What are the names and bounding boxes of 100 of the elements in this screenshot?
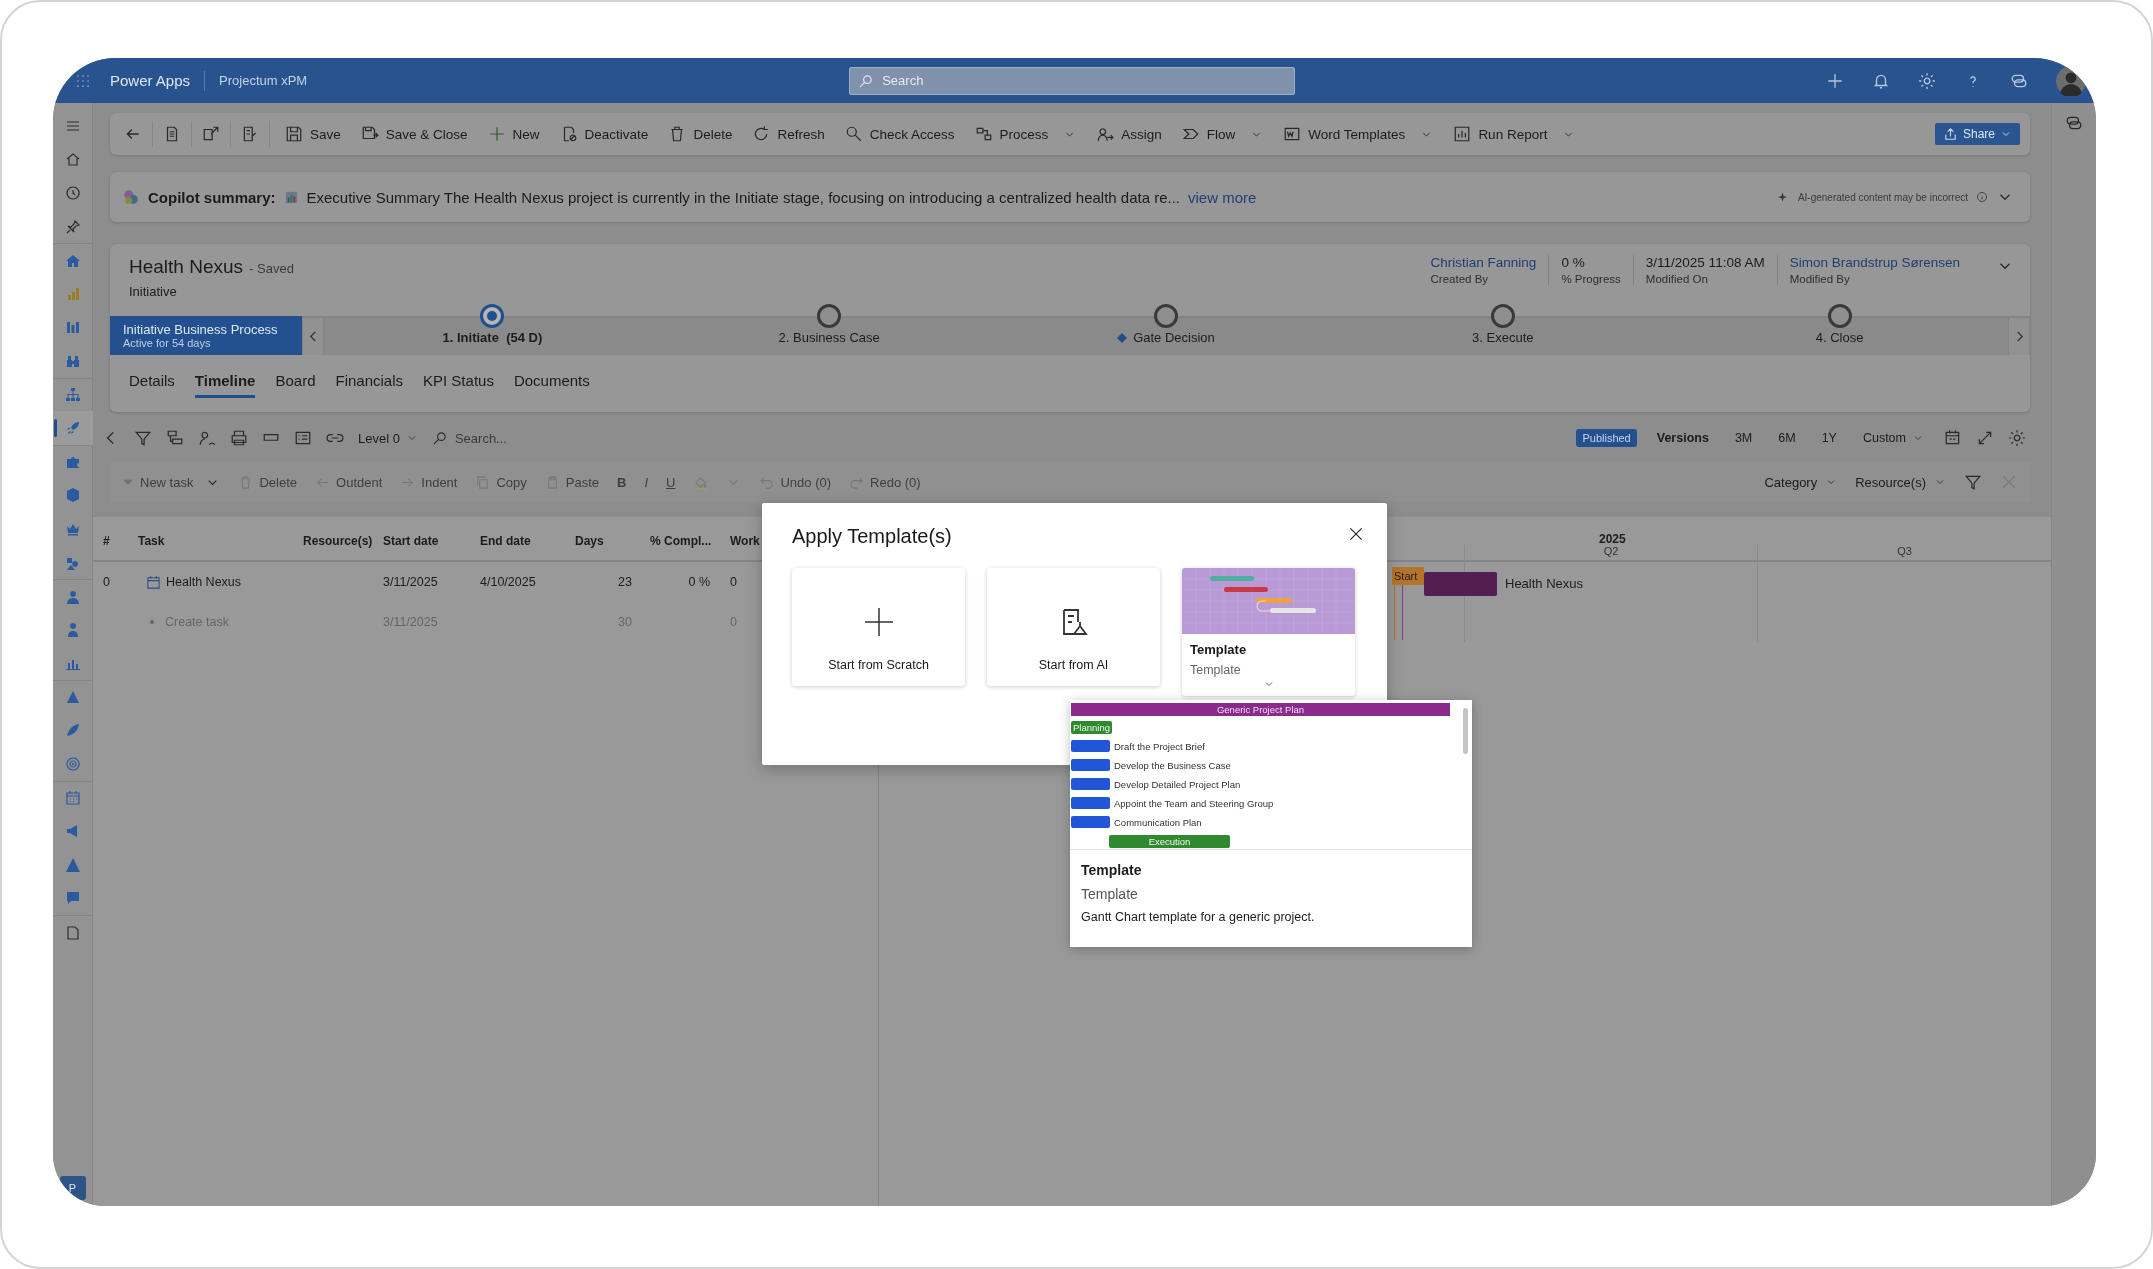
command-button[interactable]: Assign xyxy=(1091,118,1167,150)
previous-stage-button[interactable] xyxy=(302,318,324,355)
filter-icon[interactable] xyxy=(1964,473,1982,491)
template-option-card[interactable]: Start from Scratch xyxy=(792,568,965,686)
command-button[interactable]: Check Access xyxy=(839,118,960,150)
command-button[interactable]: Save xyxy=(280,118,346,150)
rocket-icon[interactable] xyxy=(64,420,81,437)
start-marker: Start xyxy=(1392,567,1424,585)
stage-label[interactable]: 2. Business Case xyxy=(778,330,880,345)
stage-label[interactable]: 3. Execute xyxy=(1472,330,1534,345)
stage-circle[interactable] xyxy=(1154,304,1178,328)
process-flag[interactable]: Initiative Business Process Active for 54 days xyxy=(110,316,302,355)
range-button[interactable]: 3M xyxy=(1734,431,1753,445)
task-search-field[interactable]: Search... xyxy=(452,429,593,447)
bar-chart-icon[interactable] xyxy=(64,319,81,336)
warning-icon[interactable] xyxy=(64,856,81,873)
calendar-settings-icon[interactable] xyxy=(1944,429,1962,447)
sidebar-item[interactable] xyxy=(53,411,93,445)
stage-circle[interactable] xyxy=(1827,304,1852,328)
published-badge: Published xyxy=(1576,429,1637,447)
stage-circle[interactable] xyxy=(480,304,505,328)
tab[interactable]: Board xyxy=(275,372,316,398)
popout-icon[interactable] xyxy=(202,125,220,143)
pin-icon[interactable] xyxy=(64,218,81,235)
tab[interactable]: Documents xyxy=(513,372,590,398)
person-gauge-icon[interactable] xyxy=(198,429,216,447)
stage-circle[interactable] xyxy=(817,304,842,328)
org-chart-icon[interactable] xyxy=(64,387,81,404)
year-label: 2025 xyxy=(1599,532,1626,546)
column-header[interactable]: Task xyxy=(130,534,297,548)
tab[interactable]: Timeline xyxy=(194,372,256,398)
leaf-icon[interactable] xyxy=(64,722,81,739)
command-button[interactable]: Run Report xyxy=(1448,118,1581,150)
versions-button[interactable]: Versions xyxy=(1656,431,1709,445)
stage-label[interactable]: 4. Close xyxy=(1815,330,1864,345)
range-button[interactable]: 1Y xyxy=(1821,431,1837,445)
command-button[interactable]: Save & Close xyxy=(355,118,473,150)
chat-icon[interactable] xyxy=(64,890,81,907)
column-header[interactable]: Start date xyxy=(373,534,470,548)
area-badge[interactable]: P xyxy=(59,1176,86,1200)
expand-icon[interactable] xyxy=(1976,429,1994,447)
filter-icon[interactable] xyxy=(134,429,152,447)
person-arrow-icon xyxy=(1096,125,1115,143)
document-icon[interactable] xyxy=(64,924,81,941)
command-button[interactable]: Process xyxy=(969,118,1082,150)
column-header[interactable]: End date xyxy=(470,534,567,548)
table-cell[interactable]: Health Nexus xyxy=(130,574,297,590)
share-button[interactable]: Share xyxy=(1934,123,2020,145)
tab[interactable]: Financials xyxy=(335,372,403,398)
column-header[interactable]: Resource(s) xyxy=(297,534,373,548)
command-button[interactable]: Word Templates xyxy=(1278,118,1439,150)
form-icon[interactable] xyxy=(294,429,312,447)
settings-icon[interactable] xyxy=(2008,429,2026,447)
triangle-icon[interactable] xyxy=(64,689,81,706)
command-button[interactable]: New xyxy=(482,118,545,150)
app-name[interactable]: Power Apps xyxy=(110,72,191,89)
info-icon[interactable] xyxy=(1976,191,1988,203)
view-more-link[interactable]: view more xyxy=(1188,188,1257,206)
command-button[interactable]: Flow xyxy=(1176,118,1269,150)
plus-icon[interactable] xyxy=(1826,71,1844,90)
field-value: 0 % xyxy=(1561,255,1586,270)
next-stage-button[interactable] xyxy=(2008,318,2030,355)
command-button[interactable]: Refresh xyxy=(747,118,830,150)
tab[interactable]: Details xyxy=(129,372,175,398)
calendar-icon[interactable] xyxy=(64,790,81,807)
copilot-icon[interactable] xyxy=(2065,114,2083,132)
home-icon[interactable] xyxy=(64,151,81,168)
filter-dropdown[interactable]: Resource(s) xyxy=(1855,474,1946,490)
environment-name[interactable]: Projectum xPM xyxy=(219,73,308,88)
column-header[interactable]: % Compl... xyxy=(642,534,720,548)
stage-label[interactable]: 1. Initiate (54 D) xyxy=(442,330,543,345)
template-card[interactable]: Template Template xyxy=(1182,568,1355,696)
column-header[interactable]: Days xyxy=(567,534,642,548)
puzzle-icon[interactable] xyxy=(64,454,81,471)
filter-dropdown[interactable]: Category xyxy=(1764,474,1838,490)
tab[interactable]: KPI Status xyxy=(423,372,494,398)
edit-document-icon[interactable] xyxy=(241,125,259,143)
stage-circle[interactable] xyxy=(1490,304,1515,328)
field-link[interactable]: Christian Fanning xyxy=(1430,255,1537,270)
fill-color-icon[interactable] xyxy=(693,474,709,490)
home-icon[interactable] xyxy=(64,252,81,269)
clock-icon[interactable] xyxy=(64,185,81,201)
avatar[interactable] xyxy=(2056,65,2086,96)
custom-range-dropdown[interactable]: Custom xyxy=(1862,431,1924,445)
hierarchy-icon[interactable] xyxy=(166,429,184,447)
scrollbar[interactable] xyxy=(1463,708,1468,754)
level-dropdown[interactable]: Level 0 xyxy=(358,430,418,446)
person-icon[interactable] xyxy=(64,588,81,605)
target-icon[interactable] xyxy=(64,756,81,773)
range-button[interactable]: 6M xyxy=(1778,431,1796,445)
field-link[interactable]: Simon Brandstrup Sørensen xyxy=(1789,255,1960,270)
command-button[interactable]: Deactivate xyxy=(554,118,654,150)
cube-icon[interactable] xyxy=(64,487,81,504)
phase-bar: Planning xyxy=(1071,720,1112,734)
stage-label[interactable]: Gate Decision xyxy=(1117,330,1215,345)
print-icon[interactable] xyxy=(230,429,248,447)
command-button[interactable]: Delete xyxy=(663,118,738,150)
template-option-card[interactable]: Start from AI xyxy=(987,568,1160,686)
search-field[interactable]: Search xyxy=(849,66,1296,95)
column-header[interactable]: # xyxy=(93,534,130,548)
